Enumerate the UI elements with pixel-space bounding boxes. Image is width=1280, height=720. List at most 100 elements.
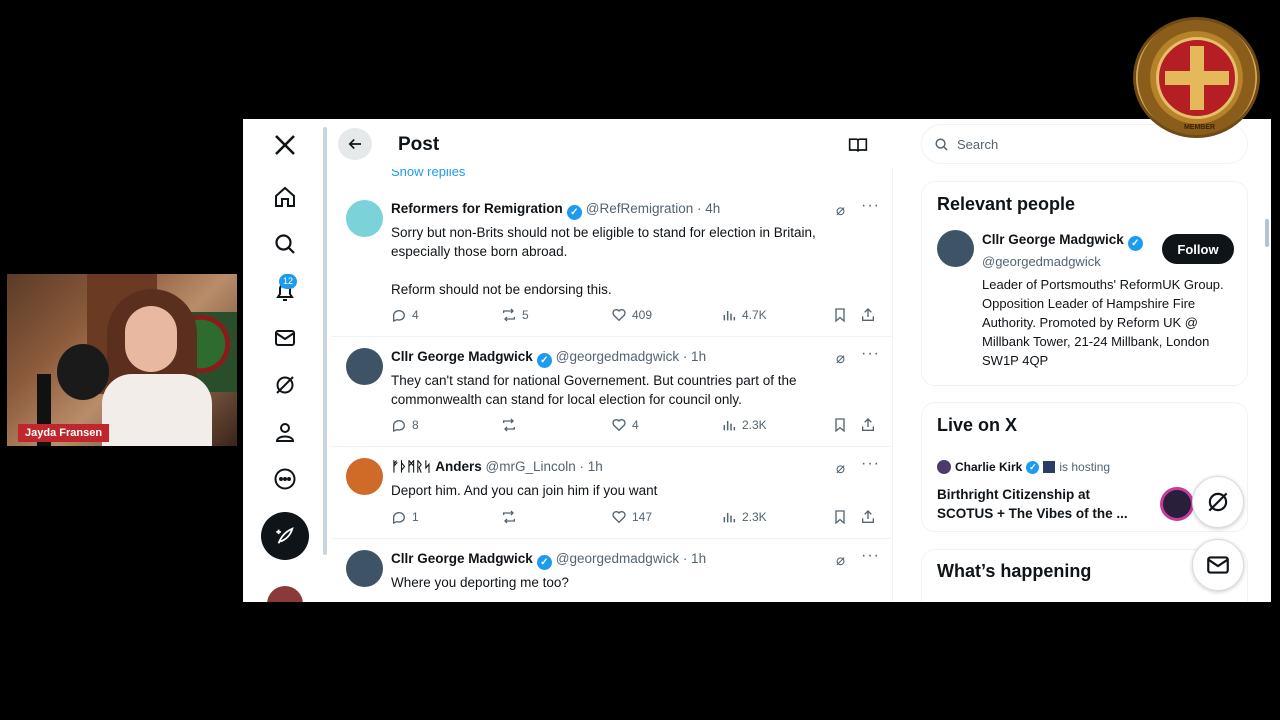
bookmark-button[interactable] [832, 307, 848, 323]
profile-person-icon[interactable] [266, 413, 304, 451]
grok-floating-button[interactable] [1192, 476, 1244, 528]
reply-tweet[interactable]: Reformers for Remigration ✓ @RefRemigratio… [331, 189, 893, 337]
reply-bubble-icon [393, 420, 405, 432]
share-icon [862, 418, 874, 431]
repost-icon [503, 510, 515, 524]
heart-icon [612, 511, 626, 524]
more-options-icon[interactable]: ··· [861, 197, 880, 215]
bookmark-button[interactable] [832, 509, 848, 525]
relevant-person-name[interactable]: Cllr George Madgwick [982, 232, 1124, 247]
x-logo-icon[interactable] [266, 126, 304, 164]
author-handle[interactable]: @georgedmadgwick · 1h [556, 349, 706, 364]
tweet-actions: 4 5 409 4.7K [391, 307, 881, 327]
bookmark-button[interactable] [832, 417, 848, 433]
share-icon [862, 510, 874, 523]
relevant-person-bio: Leader of Portsmouths' ReformUK Group. O… [982, 277, 1224, 368]
search-icon [935, 137, 948, 151]
verified-badge-icon: ✓ [536, 353, 552, 368]
right-scrollbar[interactable] [1265, 219, 1269, 247]
grok-icon [1208, 492, 1228, 512]
author-handle[interactable]: @georgedmadgwick · 1h [556, 551, 706, 566]
more-options-icon[interactable]: ··· [861, 455, 880, 473]
badge-shield [1155, 36, 1238, 119]
flag-icon [1043, 461, 1056, 473]
like-button[interactable]: 409 [611, 307, 652, 323]
grok-icon[interactable] [266, 366, 304, 404]
share-button[interactable] [860, 307, 876, 323]
compose-post-button[interactable] [261, 512, 309, 560]
repost-button[interactable] [501, 509, 522, 525]
relevant-people-title: Relevant people [937, 194, 1076, 214]
heart-icon [612, 309, 626, 322]
grok-explain-icon[interactable]: ⌀ [836, 349, 845, 367]
heart-icon [612, 419, 626, 432]
reply-tweet[interactable]: Cllr George Madgwick ✓ @georgedmadgwick · … [331, 337, 893, 447]
share-button[interactable] [860, 509, 876, 525]
presenter-face [125, 306, 177, 372]
reply-button[interactable]: 1 [391, 509, 419, 525]
tweet-avatar[interactable] [346, 348, 383, 385]
reply-button[interactable]: 4 [391, 307, 419, 323]
badge-member-text: MEMBER [1183, 124, 1216, 131]
page-title: Post [398, 134, 440, 155]
views-button[interactable]: 4.7K [721, 307, 767, 323]
grok-explain-icon[interactable]: ⌀ [836, 201, 845, 219]
home-icon[interactable] [266, 178, 304, 216]
grok-explain-icon[interactable]: ⌀ [836, 459, 845, 477]
live-host-row[interactable]: Charlie Kirk ✓ is hosting [937, 460, 1110, 474]
author-name[interactable]: Reformers for Remigration [391, 201, 563, 216]
live-speaker-avatar[interactable] [1160, 487, 1194, 521]
relevant-person-avatar[interactable] [937, 230, 974, 267]
follow-button[interactable]: Follow [1162, 234, 1234, 264]
like-button[interactable]: 147 [611, 509, 652, 525]
messages-envelope-icon[interactable] [266, 319, 304, 357]
like-button[interactable]: 4 [611, 417, 639, 433]
post-header: Post [331, 119, 893, 169]
verified-badge-icon: ✓ [566, 205, 582, 220]
account-avatar[interactable] [267, 586, 303, 602]
webcam-overlay: Jayda Fransen [7, 274, 237, 446]
reply-tweet[interactable]: Cllr George Madgwick ✓ @georgedmadgwick · … [331, 539, 893, 602]
repost-icon [503, 418, 515, 432]
live-on-x-title: Live on X [937, 415, 1018, 435]
views-button[interactable]: 2.3K [721, 417, 767, 433]
author-name[interactable]: ᚠᚦᛗᚱᛋ Anders [391, 459, 482, 474]
author-handle[interactable]: @RefRemigration · 4h [586, 201, 721, 216]
tweet-text: Deport him. And you can join him if you … [391, 483, 658, 498]
main-timeline: Post Show replies Reformers for Remigrat… [331, 119, 893, 602]
envelope-icon [1207, 556, 1229, 574]
tweet-actions: 1 147 2.3K [391, 509, 881, 529]
more-options-icon[interactable]: ··· [861, 547, 880, 565]
reply-button[interactable]: 8 [391, 417, 419, 433]
tweet-avatar[interactable] [346, 200, 383, 237]
share-button[interactable] [860, 417, 876, 433]
live-space-title[interactable]: Birthright Citizenship at SCOTUS + The V… [937, 485, 1147, 523]
back-button[interactable] [338, 128, 372, 160]
verified-badge-icon: ✓ [536, 555, 552, 570]
tweet-avatar[interactable] [346, 550, 383, 587]
tweet-text: Sorry but non-Brits should not be eligib… [391, 225, 816, 297]
reply-tweet[interactable]: ᚠᚦᛗᚱᛋ Anders @mrG_Lincoln · 1h ⌀ ··· Dep… [331, 447, 893, 539]
author-name[interactable]: Cllr George Madgwick [391, 349, 533, 364]
left-scrollbar[interactable] [323, 127, 327, 555]
reader-mode-icon[interactable] [848, 135, 868, 160]
feather-plus-icon [276, 527, 294, 544]
author-name[interactable]: Cllr George Madgwick [391, 551, 533, 566]
presenter-body [102, 374, 212, 446]
repost-button[interactable] [501, 417, 522, 433]
host-avatar [937, 460, 951, 474]
arrow-left-icon [348, 138, 361, 150]
grok-explain-icon[interactable]: ⌀ [836, 551, 845, 569]
more-options-icon[interactable]: ··· [861, 345, 880, 363]
messages-floating-button[interactable] [1192, 539, 1244, 591]
views-button[interactable]: 2.3K [721, 509, 767, 525]
explore-search-icon[interactable] [266, 225, 304, 263]
search-placeholder: Search [957, 136, 999, 152]
more-options-icon[interactable] [266, 460, 304, 498]
relevant-person-handle[interactable]: @georgedmadgwick [982, 254, 1101, 269]
hosting-label: is hosting [1059, 460, 1111, 474]
author-handle[interactable]: @mrG_Lincoln · 1h [486, 459, 603, 474]
repost-button[interactable]: 5 [501, 307, 529, 323]
tweet-avatar[interactable] [346, 458, 383, 495]
host-name: Charlie Kirk [955, 460, 1023, 474]
